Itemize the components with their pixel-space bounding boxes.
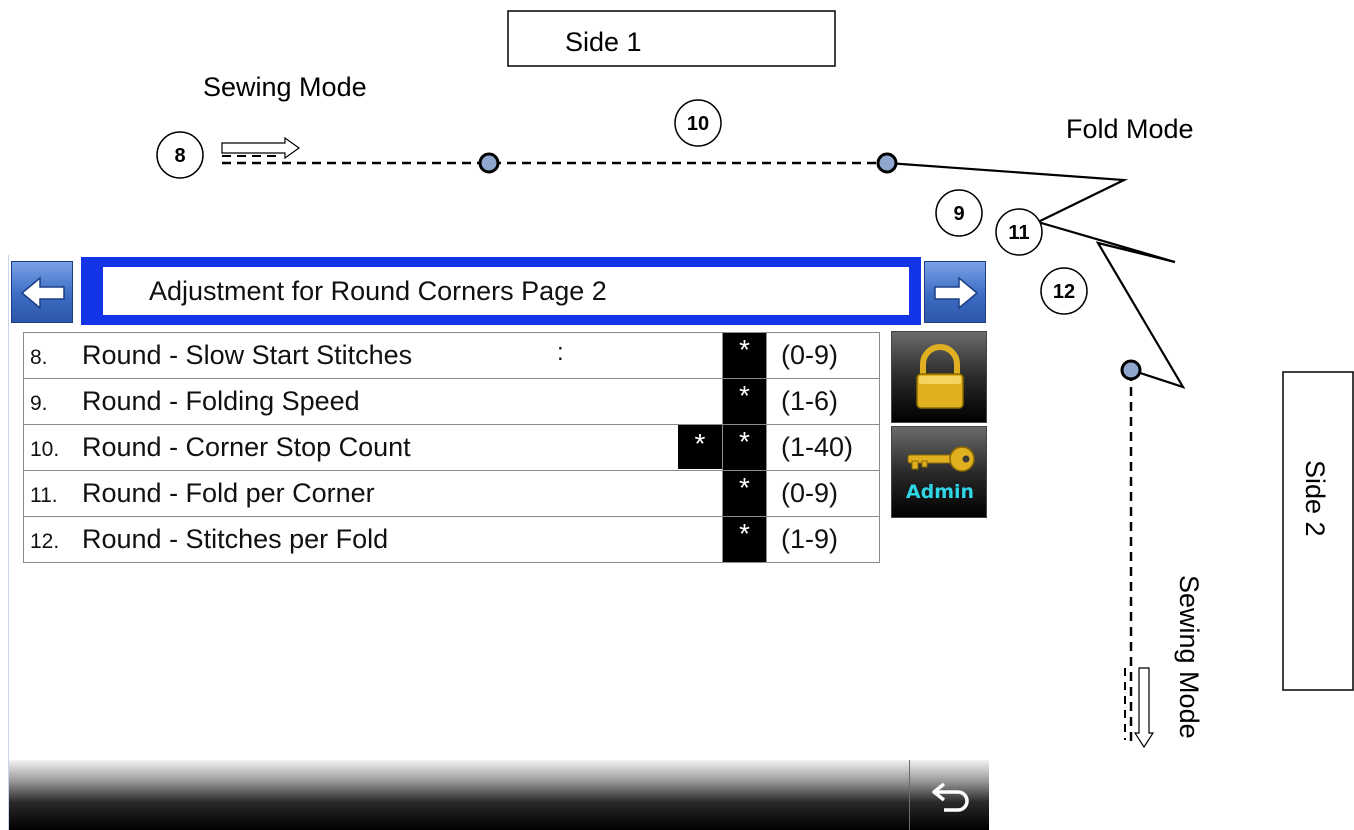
side-direction-arrow-icon (1133, 667, 1155, 749)
lock-button[interactable] (891, 331, 987, 423)
marker-11: 11 (995, 208, 1043, 256)
key-icon (907, 446, 975, 472)
path-node (876, 152, 898, 174)
param-extra-value[interactable]: * (678, 425, 722, 469)
param-range: (0-9) (766, 332, 880, 379)
param-name-cell: 12. Round - Stitches per Fold (23, 516, 723, 563)
param-value[interactable]: * (722, 424, 767, 471)
table-row[interactable]: 12. Round - Stitches per Fold * (1-9) (23, 516, 880, 563)
param-range: (1-9) (766, 516, 880, 563)
marker-9: 9 (935, 189, 983, 237)
settings-panel: Adjustment for Round Corners Page 2 8. Ro… (8, 255, 989, 830)
marker-10-label: 10 (687, 113, 709, 135)
sewing-mode-side-label: Sewing Mode (1174, 575, 1204, 739)
param-number: 10. (30, 438, 60, 461)
marker-8: 8 (156, 131, 204, 179)
padlock-icon (916, 344, 964, 409)
param-label: Round - Corner Stop Count (82, 432, 411, 462)
table-row[interactable]: 8. Round - Slow Start Stitches : * (0-9) (23, 332, 880, 379)
param-number: 11. (30, 484, 58, 507)
side-1-label: Side 1 (565, 27, 642, 57)
table-row[interactable]: 11. Round - Fold per Corner * (0-9) (23, 470, 880, 517)
parameter-table: 8. Round - Slow Start Stitches : * (0-9) … (23, 332, 880, 563)
marker-8-label: 8 (174, 145, 185, 167)
page-title-box: Adjustment for Round Corners Page 2 (81, 257, 921, 325)
marker-9-label: 9 (953, 203, 964, 225)
param-number: 12. (30, 530, 60, 553)
path-node (1120, 359, 1142, 381)
admin-button[interactable]: Admin (891, 426, 987, 518)
side-2-label: Side 2 (1300, 460, 1330, 537)
side-1-box (507, 10, 836, 67)
page-title: Adjustment for Round Corners Page 2 (103, 267, 909, 315)
param-value[interactable]: * (722, 470, 767, 517)
marker-12: 12 (1040, 267, 1088, 315)
param-label: Round - Folding Speed (82, 386, 360, 416)
previous-page-button[interactable] (11, 261, 73, 323)
param-number: 9. (30, 392, 48, 415)
bottom-toolbar (9, 760, 989, 830)
table-row[interactable]: 9. Round - Folding Speed * (1-6) (23, 378, 880, 425)
param-range: (1-6) (766, 378, 880, 425)
path-node (478, 152, 500, 174)
table-row[interactable]: 10. Round - Corner Stop Count * * (1-40) (23, 424, 880, 471)
param-range: (1-40) (766, 424, 880, 471)
param-name-cell: 10. Round - Corner Stop Count * (23, 424, 723, 471)
marker-10: 10 (674, 99, 722, 147)
marker-12-label: 12 (1053, 281, 1075, 303)
admin-label: Admin (905, 481, 975, 503)
back-button[interactable] (909, 760, 990, 830)
param-label: Round - Fold per Corner (82, 478, 375, 508)
next-page-button[interactable] (924, 261, 986, 323)
title-bar: Adjustment for Round Corners Page 2 (9, 255, 989, 327)
param-value[interactable]: * (722, 378, 767, 425)
param-name-cell: 8. Round - Slow Start Stitches : (23, 332, 723, 379)
param-range: (0-9) (766, 470, 880, 517)
param-name-cell: 11. Round - Fold per Corner (23, 470, 723, 517)
param-value[interactable]: * (722, 332, 767, 379)
param-label: Round - Stitches per Fold (82, 524, 389, 554)
return-arrow-icon (932, 782, 969, 812)
param-suffix: : (557, 339, 564, 366)
param-name-cell: 9. Round - Folding Speed (23, 378, 723, 425)
sewing-mode-top-label: Sewing Mode (203, 72, 367, 102)
fold-mode-label: Fold Mode (1066, 114, 1194, 144)
arrow-left-icon (20, 276, 65, 310)
marker-11-label: 11 (1008, 222, 1029, 244)
param-number: 8. (30, 346, 48, 369)
param-value[interactable]: * (722, 516, 767, 563)
param-label: Round - Slow Start Stitches (82, 340, 413, 370)
arrow-right-icon (934, 276, 979, 310)
